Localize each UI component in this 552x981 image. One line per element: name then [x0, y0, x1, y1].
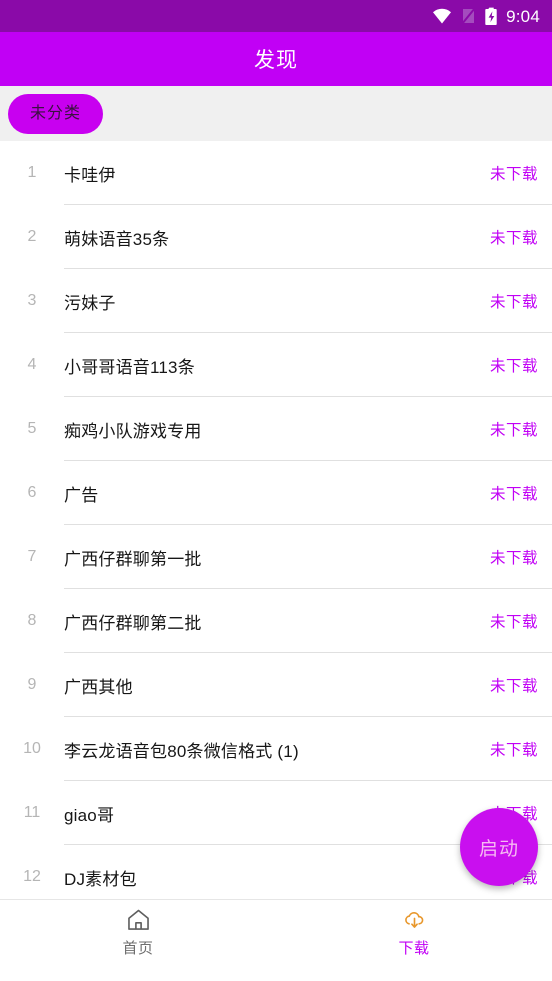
row-index: 2: [27, 228, 37, 245]
table-row[interactable]: 5 痴鸡小队游戏专用 未下载: [0, 397, 552, 461]
row-index: 9: [27, 676, 37, 693]
page-title: 发现: [254, 49, 298, 72]
row-download-status[interactable]: 未下载: [490, 226, 552, 248]
start-fab-label: 启动: [478, 838, 519, 860]
table-row[interactable]: 10 李云龙语音包80条微信格式 (1) 未下载: [0, 717, 552, 781]
row-download-status[interactable]: 未下载: [490, 354, 552, 376]
category-chip-bar: 未分类: [0, 86, 552, 141]
table-row[interactable]: 6 广告 未下载: [0, 461, 552, 525]
row-title: 李云龙语音包80条微信格式 (1): [64, 741, 299, 761]
row-title: giao哥: [64, 805, 115, 825]
table-row[interactable]: 4 小哥哥语音113条 未下载: [0, 333, 552, 397]
row-title: 污妹子: [64, 293, 116, 313]
row-download-status[interactable]: 未下载: [490, 674, 552, 696]
home-icon: [127, 909, 149, 930]
row-index: 8: [27, 612, 37, 629]
table-row[interactable]: 8 广西仔群聊第二批 未下载: [0, 589, 552, 653]
row-index: 3: [27, 292, 37, 309]
row-title: 广西其他: [64, 677, 133, 697]
start-fab[interactable]: 启动: [460, 808, 538, 886]
row-title: 广西仔群聊第二批: [64, 613, 202, 633]
status-bar: 9:04: [0, 0, 552, 32]
row-title: 卡哇伊: [64, 165, 116, 185]
table-row[interactable]: 3 污妹子 未下载: [0, 269, 552, 333]
row-download-status[interactable]: 未下载: [490, 162, 552, 184]
table-row[interactable]: 1 卡哇伊 未下载: [0, 141, 552, 205]
row-title: 小哥哥语音113条: [64, 357, 195, 377]
row-title: 广告: [64, 485, 99, 505]
wifi-icon: [433, 8, 452, 24]
table-row[interactable]: 9 广西其他 未下载: [0, 653, 552, 717]
row-index: 5: [27, 420, 37, 437]
category-chip-uncategorized[interactable]: 未分类: [8, 93, 104, 134]
cloud-download-icon: [404, 912, 423, 928]
status-bar-time: 9:04: [506, 6, 540, 26]
signal-off-icon: [461, 7, 476, 25]
row-index: 7: [27, 548, 37, 565]
row-index: 10: [23, 740, 41, 757]
nav-item-home[interactable]: 首页: [0, 900, 276, 981]
battery-charging-icon: [485, 7, 497, 25]
row-download-status[interactable]: 未下载: [490, 610, 552, 632]
row-title: 萌妹语音35条: [64, 229, 170, 249]
nav-item-home-label: 首页: [122, 940, 154, 957]
status-bar-icons: [432, 7, 498, 26]
row-download-status[interactable]: 未下载: [490, 482, 552, 504]
row-download-status[interactable]: 未下载: [490, 738, 552, 760]
row-index: 12: [23, 868, 41, 885]
row-download-status[interactable]: 未下载: [490, 546, 552, 568]
row-index: 4: [27, 356, 37, 373]
row-title: 广西仔群聊第一批: [64, 549, 202, 569]
nav-item-download-label: 下载: [398, 940, 430, 957]
row-download-status[interactable]: 未下载: [490, 290, 552, 312]
row-index: 11: [23, 804, 41, 821]
app-bar: 发现: [0, 32, 552, 86]
nav-item-download[interactable]: 下载: [276, 900, 552, 981]
table-row[interactable]: 2 萌妹语音35条 未下载: [0, 205, 552, 269]
row-download-status[interactable]: 未下载: [490, 418, 552, 440]
table-row[interactable]: 7 广西仔群聊第一批 未下载: [0, 525, 552, 589]
row-title: DJ素材包: [64, 869, 137, 889]
bottom-navigation: 首页 下载: [0, 899, 552, 981]
row-index: 1: [27, 164, 37, 181]
row-index: 6: [27, 484, 37, 501]
row-title: 痴鸡小队游戏专用: [64, 421, 202, 441]
